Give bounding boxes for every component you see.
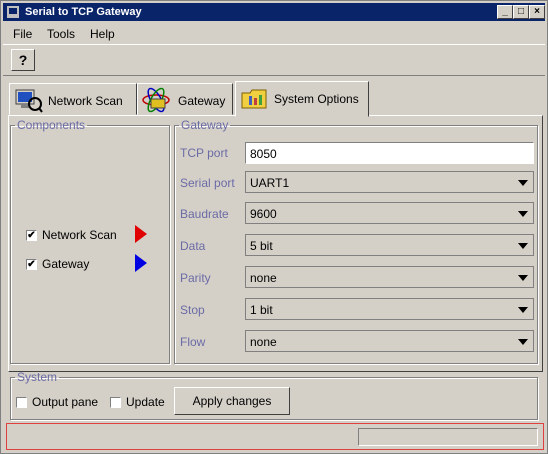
apply-changes-button[interactable]: Apply changes [174, 387, 290, 415]
tab-network-scan[interactable]: Network Scan [9, 83, 137, 115]
tab-gateway-label: Gateway [178, 94, 226, 108]
output-pane-checkbox[interactable] [16, 396, 27, 408]
baudrate-select[interactable]: 9600 [245, 202, 534, 224]
gateway-component-label: Gateway [42, 257, 90, 271]
serial-port-select[interactable]: UART1 [245, 171, 534, 193]
data-value: 5 bit [250, 239, 273, 253]
stop-select[interactable]: 1 bit [245, 298, 534, 320]
tcp-port-input[interactable]: 8050 [245, 142, 534, 164]
menu-tools[interactable]: Tools [47, 27, 75, 41]
tab-network-scan-label: Network Scan [48, 94, 123, 108]
component-network-scan[interactable]: ✔ Network Scan [26, 228, 117, 242]
tab-strip: Network Scan Gateway System Options [9, 81, 539, 117]
network-scan-component-label: Network Scan [42, 228, 117, 242]
data-label: Data [180, 239, 206, 253]
tab-system-options[interactable]: System Options [235, 81, 369, 117]
gateway-atom-icon [142, 87, 170, 113]
tcp-port-label: TCP port [180, 146, 228, 160]
system-options-folder-icon [241, 89, 267, 109]
network-scan-icon [15, 89, 43, 113]
component-gateway[interactable]: ✔ Gateway [26, 257, 89, 271]
gateway-checkbox[interactable]: ✔ [26, 258, 37, 270]
baudrate-value: 9600 [250, 207, 277, 221]
window-title: Serial to TCP Gateway [25, 6, 142, 18]
app-icon [7, 6, 19, 18]
menu-help[interactable]: Help [90, 27, 115, 41]
update-option[interactable]: Update [110, 395, 165, 409]
flow-value: none [250, 335, 277, 349]
chevron-down-icon [518, 339, 528, 345]
title-bar[interactable]: Serial to TCP Gateway _ □ × [3, 3, 545, 21]
status-bar-right-field [358, 428, 538, 446]
chevron-down-icon [518, 243, 528, 249]
help-button[interactable]: ? [11, 49, 35, 71]
maximize-button[interactable]: □ [513, 5, 529, 19]
parity-value: none [250, 271, 277, 285]
network-scan-color-arrow-icon [135, 225, 147, 243]
system-legend: System [17, 370, 58, 384]
chevron-down-icon [518, 275, 528, 281]
close-button[interactable]: × [529, 5, 545, 19]
tab-gateway[interactable]: Gateway [137, 83, 233, 115]
stop-label: Stop [180, 303, 205, 317]
minimize-button[interactable]: _ [497, 5, 513, 19]
output-pane-option[interactable]: Output pane [16, 395, 98, 409]
update-label: Update [126, 395, 165, 409]
stop-value: 1 bit [250, 303, 273, 317]
components-legend: Components [17, 118, 86, 132]
parity-label: Parity [180, 271, 211, 285]
flow-label: Flow [180, 335, 206, 349]
tcp-port-value: 8050 [250, 147, 277, 161]
network-scan-checkbox[interactable]: ✔ [26, 229, 37, 241]
gateway-legend: Gateway [181, 118, 229, 132]
serial-port-label: Serial port [180, 176, 235, 190]
chevron-down-icon [518, 307, 528, 313]
update-checkbox[interactable] [110, 396, 121, 408]
output-pane-label: Output pane [32, 395, 99, 409]
chevron-down-icon [518, 211, 528, 217]
data-select[interactable]: 5 bit [245, 234, 534, 256]
menu-bar: File Tools Help [3, 23, 545, 43]
baudrate-label: Baudrate [180, 207, 229, 221]
gateway-color-arrow-icon [135, 254, 147, 272]
serial-port-value: UART1 [250, 176, 290, 190]
flow-select[interactable]: none [245, 330, 534, 352]
menu-file[interactable]: File [13, 27, 32, 41]
chevron-down-icon [518, 180, 528, 186]
toolbar: ? [3, 44, 545, 76]
tab-system-options-label: System Options [274, 92, 359, 106]
parity-select[interactable]: none [245, 266, 534, 288]
